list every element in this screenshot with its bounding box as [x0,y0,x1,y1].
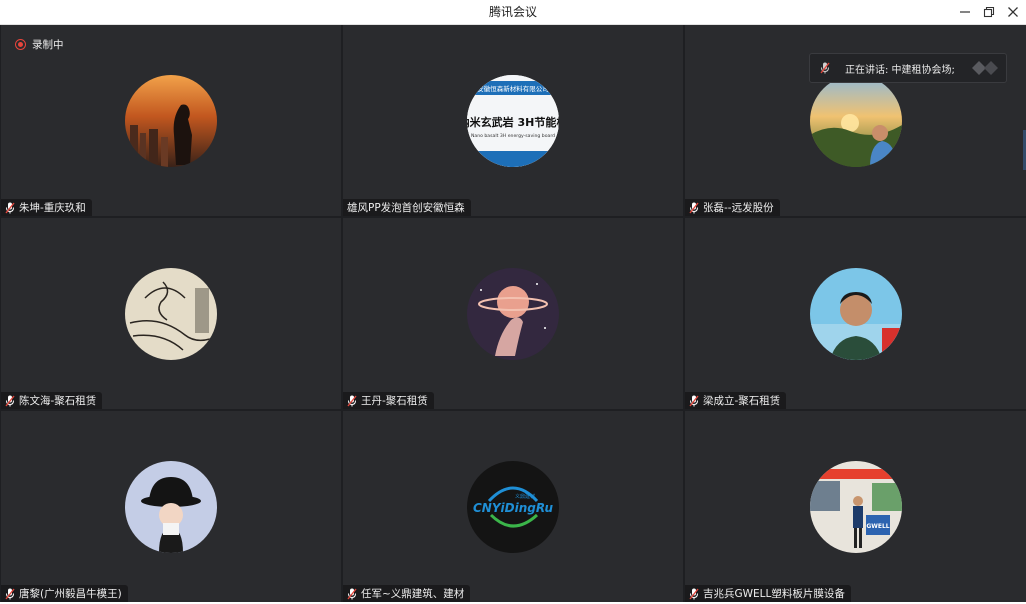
participant-tile[interactable]: 录制中 朱坤-重庆玖和 [1,25,341,216]
record-icon [15,39,26,50]
participant-name-bar: 任军~义鼎建筑、建材 [343,585,471,602]
minimize-icon [960,11,970,13]
mic-muted-icon [347,395,357,406]
participant-name: 雄风PP发泡首创安徽恒森 [347,202,465,214]
mic-muted-icon [5,202,15,213]
mountain-sunset-avatar [809,74,902,167]
banner-top-text: 安徽恒森新材料有限公司 [477,84,549,93]
company-banner-avatar: 安徽恒森新材料有限公司 纳米玄武岩 3H节能板 Nano basalt 3H e… [467,74,559,167]
recording-indicator: 录制中 [15,37,64,52]
cartoon-hat-avatar [125,460,217,553]
participant-name: 张磊--远发股份 [703,202,774,214]
participant-tile[interactable]: GWELL 吉兆兵GWELL塑料板片膜设备 [685,411,1026,602]
minimize-button[interactable] [956,3,974,21]
mic-muted-icon [689,202,699,213]
participant-name-bar: 唐黎(广州毅昌牛模王) [1,585,128,602]
participant-name-bar: 梁成立-聚石租赁 [685,392,787,409]
city-sunset-man-avatar [125,74,217,167]
participant-name-bar: 王丹-聚石租赁 [343,392,434,409]
mic-muted-icon [5,395,15,406]
mic-muted-icon [347,588,357,599]
window-title: 腾讯会议 [488,5,537,19]
speaking-label: 正在讲话: 中建租协会场; [845,64,955,76]
participant-tile[interactable]: 唐黎(广州毅昌牛模王) [1,411,341,602]
participant-tile[interactable]: 安徽恒森新材料有限公司 纳米玄武岩 3H节能板 Nano basalt 3H e… [343,25,683,216]
participant-name: 王丹-聚石租赁 [361,395,428,407]
booth-text: GWELL [866,523,889,530]
participant-name: 唐黎(广州毅昌牛模王) [19,588,122,600]
participant-name: 陈文海-聚石租赁 [19,395,97,407]
watermark-icon [972,61,998,75]
banner-main-text: 纳米玄武岩 3H节能板 [467,115,559,129]
participant-name-bar: 雄风PP发泡首创安徽恒森 [343,199,471,216]
participant-name-bar: 吉兆兵GWELL塑料板片膜设备 [685,585,851,602]
participant-name-bar: 张磊--远发股份 [685,199,780,216]
participant-name-bar: 朱坤-重庆玖和 [1,199,92,216]
participant-name: 任军~义鼎建筑、建材 [361,588,465,600]
participant-tile[interactable]: CNYiDingRu 义鼎建材 任军~义鼎建筑、建材 [343,411,683,602]
close-button[interactable] [1004,3,1022,21]
planet-hand-avatar [467,267,559,360]
sketch-portrait-avatar [125,267,217,360]
participant-name-bar: 陈文海-聚石租赁 [1,392,103,409]
logo-main-text: CNYiDingRu [473,501,553,515]
participant-name: 梁成立-聚石租赁 [703,395,781,407]
title-bar: 腾讯会议 [0,0,1026,25]
restore-button[interactable] [980,3,998,21]
exhibition-booth-avatar: GWELL [809,460,902,553]
mic-muted-icon [5,588,15,599]
participant-name: 吉兆兵GWELL塑料板片膜设备 [703,588,845,600]
mic-muted-icon [689,395,699,406]
cnyidingru-logo-avatar: CNYiDingRu 义鼎建材 [467,460,559,553]
speaking-indicator[interactable]: 正在讲话: 中建租协会场; [809,53,1007,83]
selfie-man-avatar [809,267,902,360]
close-icon [1008,7,1018,17]
participant-tile[interactable]: 梁成立-聚石租赁 [685,218,1026,409]
banner-sub-text: Nano basalt 3H energy-saving board [471,133,555,139]
recording-label: 录制中 [32,39,64,51]
mic-speaking-icon [820,62,830,74]
mic-muted-icon [689,588,699,599]
video-grid: 录制中 朱坤-重庆玖和 安徽恒森新材料有限公司 纳米玄武岩 3H节能板 Nano… [0,25,1026,602]
participant-tile[interactable]: 王丹-聚石租赁 [343,218,683,409]
logo-small-text: 义鼎建材 [515,493,535,500]
participant-name: 朱坤-重庆玖和 [19,202,86,214]
restore-icon [983,6,995,18]
participant-tile[interactable]: 陈文海-聚石租赁 [1,218,341,409]
